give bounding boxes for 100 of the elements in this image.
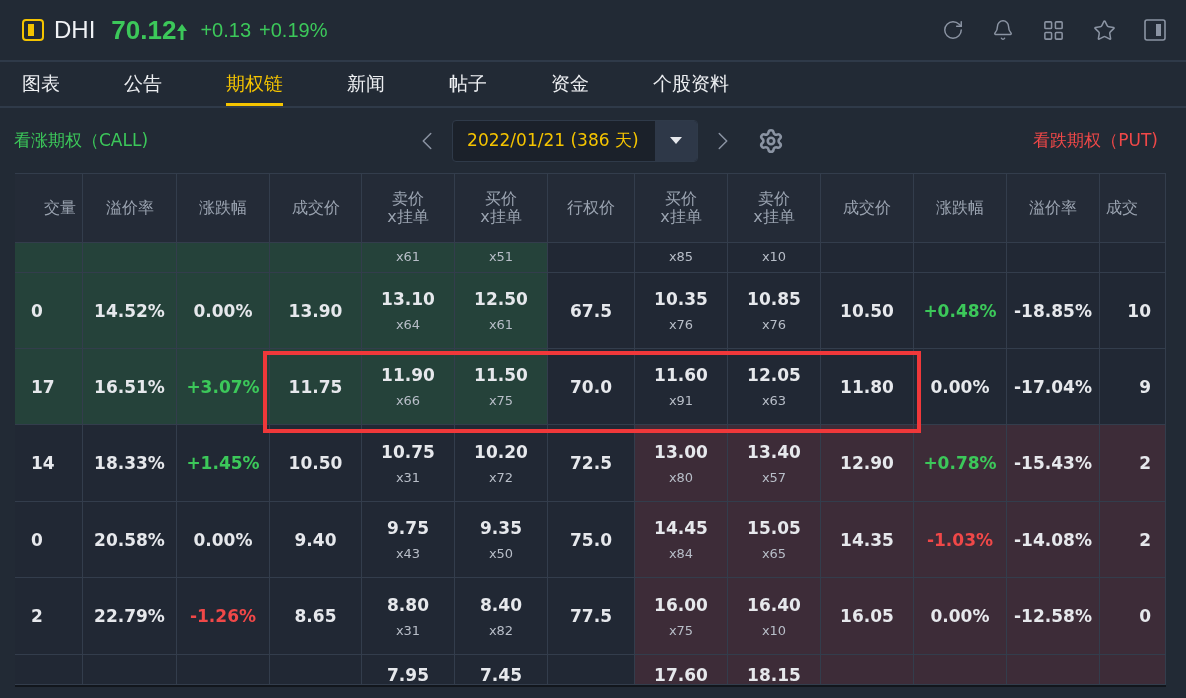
column-header: 交量 — [44, 198, 76, 218]
change-text: 0.00% — [930, 606, 990, 626]
refresh-icon[interactable] — [942, 19, 964, 41]
premium-text: 16.51% — [94, 376, 165, 397]
side-panel-icon[interactable] — [1144, 19, 1166, 41]
bid-ask-price: 8.40 — [480, 594, 522, 615]
volume-text: 17 — [31, 376, 55, 397]
premium-text: -17.04% — [1014, 376, 1092, 397]
strike-price: 70.0 — [570, 376, 612, 397]
column-header: 成交价 — [291, 198, 340, 218]
column-header: 卖价 x挂单 — [753, 189, 795, 227]
volume-text: 0 — [31, 529, 43, 550]
ticker-symbol: DHI — [54, 16, 96, 44]
bell-icon[interactable] — [992, 19, 1014, 41]
order-size: x51 — [488, 249, 514, 264]
change-text: -1.03% — [926, 529, 993, 550]
tab[interactable]: 资金 — [551, 62, 589, 106]
bid-ask-price: 8.80 — [387, 594, 429, 615]
order-size: x76 — [668, 317, 694, 332]
order-size: x10 — [761, 622, 787, 638]
column-header: 涨跌幅 — [199, 198, 247, 218]
change-text: 0.00% — [930, 376, 990, 397]
order-size: x10 — [761, 249, 787, 264]
bid-ask-price: 12.50 — [474, 289, 528, 309]
change-text: +0.78% — [923, 453, 997, 473]
last-price-text: 9.40 — [294, 529, 337, 550]
order-size: x65 — [761, 546, 787, 561]
order-size: x31 — [395, 622, 421, 638]
bid-ask-price: 13.10 — [381, 289, 435, 309]
change-text: +0.48% — [923, 300, 997, 321]
bid-ask-price: 17.60 — [654, 665, 708, 684]
premium-text: 14.52% — [94, 300, 165, 321]
call-options-label: 看涨期权（CALL) — [14, 129, 149, 152]
order-size: x57 — [761, 469, 787, 485]
last-price-text: 10.50 — [288, 453, 343, 473]
tab[interactable]: 帖子 — [449, 62, 487, 106]
star-icon[interactable] — [1093, 18, 1116, 42]
order-size: x64 — [395, 317, 421, 332]
bid-ask-price: 11.60 — [654, 365, 708, 385]
tab[interactable]: 公告 — [124, 62, 162, 106]
column-header: 卖价 x挂单 — [387, 189, 429, 227]
column-header: 成交 — [1106, 198, 1138, 218]
last-price-text: 11.75 — [288, 376, 343, 397]
order-size: x75 — [668, 622, 694, 638]
premium-text: -14.08% — [1014, 529, 1092, 550]
bid-ask-price: 10.75 — [381, 441, 435, 462]
volume-text: 0 — [1139, 606, 1151, 626]
order-size: x43 — [395, 546, 421, 561]
tab[interactable]: 图表 — [22, 62, 60, 106]
premium-text: -15.43% — [1014, 453, 1092, 473]
premium-text: 18.33% — [94, 453, 165, 473]
percent-change: +0.19% — [259, 18, 328, 42]
bid-ask-price: 14.45 — [654, 518, 708, 538]
premium-text: -12.58% — [1014, 606, 1092, 626]
bid-ask-price: 7.45 — [480, 665, 522, 684]
bid-ask-price: 13.00 — [654, 441, 708, 462]
volume-text: 2 — [31, 606, 43, 626]
volume-text: 10 — [1127, 300, 1151, 321]
last-price-text: 13.90 — [288, 300, 343, 321]
order-size: x84 — [668, 546, 694, 561]
tab[interactable]: 个股资料 — [653, 62, 729, 106]
bid-ask-price: 16.00 — [654, 594, 708, 615]
grid-icon[interactable] — [1042, 18, 1065, 42]
strike-price: 67.5 — [570, 300, 612, 321]
order-size: x61 — [488, 317, 514, 332]
last-price-text: 8.65 — [294, 606, 337, 626]
settings-icon[interactable] — [758, 127, 785, 154]
bid-ask-price: 7.95 — [387, 665, 429, 684]
order-size: x72 — [488, 469, 514, 485]
order-size: x85 — [668, 249, 694, 264]
column-header: 买价 x挂单 — [660, 189, 702, 227]
column-header: 行权价 — [567, 198, 615, 218]
bid-ask-price: 12.05 — [747, 365, 801, 385]
bid-ask-price: 10.20 — [474, 441, 528, 462]
bid-ask-price: 16.40 — [747, 594, 801, 615]
bid-ask-price: 11.90 — [381, 365, 435, 385]
order-size: x75 — [488, 393, 514, 408]
strike-price: 77.5 — [570, 606, 612, 626]
strike-price: 72.5 — [570, 453, 612, 473]
column-header: 溢价率 — [1029, 198, 1077, 218]
order-size: x61 — [395, 249, 421, 264]
caret-icon — [670, 137, 683, 144]
column-header: 溢价率 — [105, 198, 154, 218]
bid-ask-price: 18.15 — [747, 665, 801, 684]
premium-text: -18.85% — [1014, 300, 1092, 321]
last-price-text: 12.90 — [840, 453, 894, 473]
last-price: 70.12 — [111, 14, 177, 46]
expiry-select[interactable]: 2022/01/21 (386 天) — [452, 119, 699, 162]
order-size: x50 — [488, 546, 514, 561]
tab[interactable]: 新闻 — [347, 62, 385, 106]
put-options-label: 看跌期权（PUT) — [1033, 130, 1158, 150]
bid-ask-price: 9.75 — [387, 518, 429, 538]
change-text: 0.00% — [193, 300, 253, 321]
strike-price: 75.0 — [570, 529, 612, 550]
tab[interactable]: 期权链 — [226, 62, 283, 106]
stock-badge-icon — [22, 19, 44, 41]
premium-text: 20.58% — [94, 529, 165, 550]
order-size: x31 — [395, 469, 421, 485]
change-text: +1.45% — [186, 453, 260, 473]
order-size: x80 — [668, 469, 694, 485]
